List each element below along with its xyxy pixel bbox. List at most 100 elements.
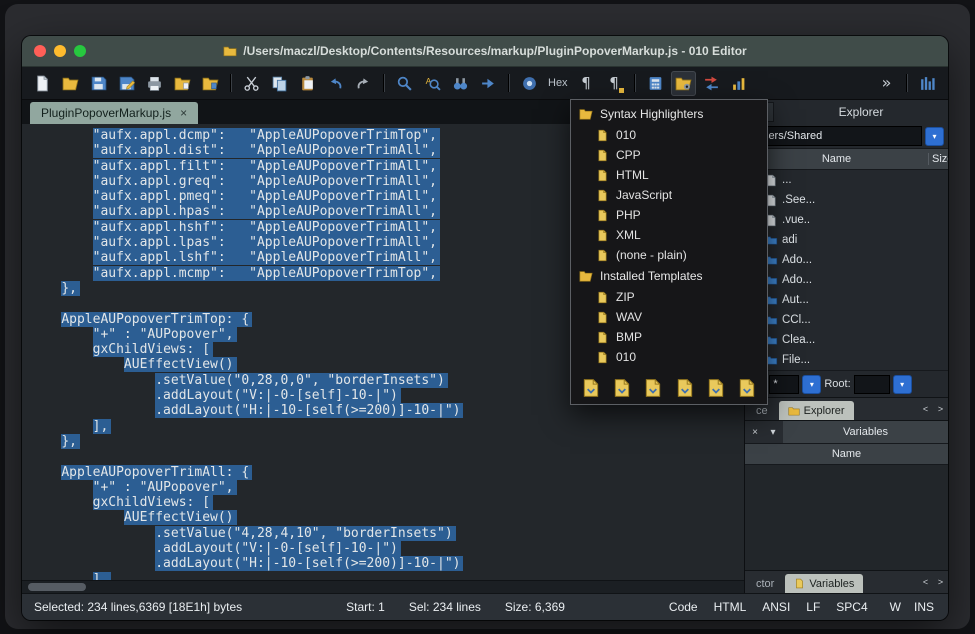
variables-list[interactable] xyxy=(745,465,948,570)
status-insert[interactable]: INS xyxy=(914,600,934,614)
selected-text: gxChildViews: [ xyxy=(93,495,213,510)
template-tool-button[interactable] xyxy=(674,376,696,400)
save-as-button[interactable] xyxy=(114,71,139,96)
menu-item[interactable]: CPP xyxy=(571,145,767,165)
menu-item[interactable]: WAV xyxy=(571,307,767,327)
minimize-window-button[interactable] xyxy=(54,45,66,57)
redo-button[interactable] xyxy=(351,71,376,96)
redo-icon xyxy=(355,75,372,92)
path-input[interactable]: Users/Shared xyxy=(749,126,922,146)
menu-item[interactable]: JavaScript xyxy=(571,185,767,205)
histogram-button[interactable] xyxy=(915,71,940,96)
template-icon xyxy=(596,331,609,344)
status-syntax[interactable]: Code xyxy=(669,600,698,614)
save-workspace-button[interactable] xyxy=(198,71,223,96)
path-dropdown-button[interactable]: ▾ xyxy=(925,127,944,146)
horizontal-scrollbar[interactable] xyxy=(22,580,744,593)
menu-item[interactable]: ZIP xyxy=(571,287,767,307)
code-line: ], xyxy=(30,419,744,434)
chart-button[interactable] xyxy=(727,71,752,96)
menu-item[interactable]: BMP xyxy=(571,327,767,347)
menu-item[interactable]: HTML xyxy=(571,165,767,185)
tab-explorer[interactable]: Explorer xyxy=(779,401,854,420)
title-bar[interactable]: /Users/maczl/Desktop/Contents/Resources/… xyxy=(22,36,948,67)
cut-button[interactable] xyxy=(239,71,264,96)
template-tool-button[interactable] xyxy=(705,376,727,400)
tool-button[interactable] xyxy=(517,71,542,96)
template-tool-button[interactable] xyxy=(642,376,664,400)
explorer-row[interactable]: >Ado... xyxy=(745,270,948,290)
scroll-tabs-right-button[interactable]: > xyxy=(933,401,948,418)
open-workspace-button[interactable] xyxy=(170,71,195,96)
selected-text: .setValue("4,28,4,10", "borderInsets") xyxy=(155,526,455,541)
template-tool-button[interactable] xyxy=(611,376,633,400)
scroll-tabs-right-button[interactable]: > xyxy=(933,574,948,591)
templates-menu: Syntax Highlighters010CPPHTMLJavaScriptP… xyxy=(570,99,768,405)
explorer-row[interactable]: >CCl... xyxy=(745,310,948,330)
traffic-lights xyxy=(34,45,86,57)
status-wrap[interactable]: W xyxy=(890,600,901,614)
template-tool-button[interactable] xyxy=(580,376,602,400)
scroll-tabs-left-button[interactable]: < xyxy=(918,401,933,418)
show-whitespace-button[interactable]: ¶ xyxy=(574,71,599,96)
find-in-files-button[interactable] xyxy=(448,71,473,96)
status-highlighter[interactable]: HTML xyxy=(714,600,747,614)
variables-column-header[interactable]: Name xyxy=(745,443,948,465)
menu-item[interactable]: 010 xyxy=(571,125,767,145)
size-column-header[interactable]: Size xyxy=(928,153,948,165)
explorer-row[interactable]: >File... xyxy=(745,350,948,370)
status-linefeed[interactable]: LF xyxy=(806,600,820,614)
status-bar: Selected: 234 lines,6369 [18E1h] bytes S… xyxy=(22,593,948,620)
explorer-row[interactable]: >Ado... xyxy=(745,250,948,270)
root-input[interactable] xyxy=(854,375,890,394)
menu-item[interactable]: PHP xyxy=(571,205,767,225)
variables-name-column[interactable]: Name xyxy=(745,448,948,460)
name-column-header[interactable]: Name xyxy=(745,153,928,165)
print-button[interactable] xyxy=(142,71,167,96)
transfer-button[interactable] xyxy=(699,71,724,96)
explorer-row[interactable]: >Clea... xyxy=(745,330,948,350)
new-file-button[interactable] xyxy=(30,71,55,96)
explorer-row[interactable]: ... xyxy=(745,170,948,190)
status-charset[interactable]: ANSI xyxy=(762,600,790,614)
paste-button[interactable] xyxy=(295,71,320,96)
hex-label: Hex xyxy=(548,77,568,89)
explorer-row[interactable]: .See... xyxy=(745,190,948,210)
tab-inspector[interactable]: ctor xyxy=(747,574,783,593)
menu-item[interactable]: (none - plain) xyxy=(571,245,767,265)
filter-input[interactable]: * xyxy=(769,375,799,394)
tab-pluginpopovermarkup[interactable]: PluginPopoverMarkup.js × xyxy=(30,102,198,124)
zoom-window-button[interactable] xyxy=(74,45,86,57)
explorer-column-header[interactable]: Name Size xyxy=(745,148,948,170)
explorer-row[interactable]: >adi xyxy=(745,230,948,250)
status-spacing[interactable]: SPC4 xyxy=(836,600,867,614)
variables-close-button[interactable]: × xyxy=(747,424,763,440)
calculator-button[interactable] xyxy=(643,71,668,96)
menu-item[interactable]: XML xyxy=(571,225,767,245)
copy-button[interactable] xyxy=(267,71,292,96)
tab-close-icon[interactable]: × xyxy=(180,106,187,120)
edit-markers-button[interactable]: ¶ xyxy=(602,71,627,96)
replace-button[interactable]: A xyxy=(420,71,445,96)
close-window-button[interactable] xyxy=(34,45,46,57)
tab-variables[interactable]: Variables xyxy=(785,574,863,593)
filter-dropdown-button[interactable]: ▾ xyxy=(802,375,821,394)
find-button[interactable] xyxy=(392,71,417,96)
variables-menu-button[interactable]: ▾ xyxy=(765,424,781,440)
goto-button[interactable] xyxy=(476,71,501,96)
hex-view-button[interactable]: Hex xyxy=(545,71,571,96)
scrollbar-thumb[interactable] xyxy=(28,583,86,591)
explorer-row[interactable]: >Aut... xyxy=(745,290,948,310)
scroll-tabs-left-button[interactable]: < xyxy=(918,574,933,591)
save-button[interactable] xyxy=(86,71,111,96)
file-name: .See... xyxy=(782,194,815,206)
root-dropdown-button[interactable]: ▾ xyxy=(893,375,912,394)
more-tools-button[interactable]: » xyxy=(874,71,899,96)
menu-item[interactable]: 010 xyxy=(571,347,767,367)
explorer-row[interactable]: .vue.. xyxy=(745,210,948,230)
print-icon xyxy=(146,75,163,92)
undo-button[interactable] xyxy=(323,71,348,96)
template-tool-button[interactable] xyxy=(736,376,758,400)
open-file-button[interactable] xyxy=(58,71,83,96)
templates-button[interactable] xyxy=(671,71,696,96)
